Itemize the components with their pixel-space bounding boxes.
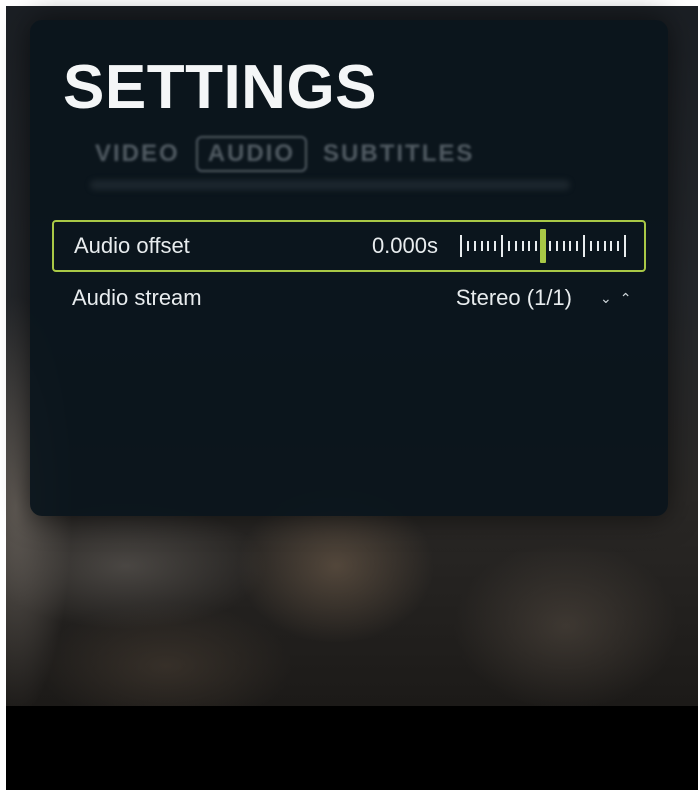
audio-stream-row[interactable]: Audio stream Stereo (1/1) ⌄ ⌃ [52, 272, 646, 324]
slider-tick [514, 241, 517, 251]
slider-tick [548, 241, 551, 251]
audio-offset-value: 0.000s [371, 233, 438, 258]
audio-stream-label: Audio stream [72, 285, 202, 310]
settings-panel: SETTINGS VIDEO AUDIO SUBTITLES Audio off… [30, 20, 668, 516]
audio-stream-value: Stereo (1/1) [455, 285, 572, 310]
slider-tick [617, 241, 620, 251]
slider-tick [596, 241, 599, 251]
audio-offset-row[interactable]: Audio offset 0.000s [52, 220, 646, 272]
tabs-underline [90, 180, 570, 190]
video-player-frame: SETTINGS VIDEO AUDIO SUBTITLES Audio off… [0, 0, 698, 790]
frame-edge [0, 0, 698, 6]
slider-tick [610, 241, 613, 251]
slider-tick [473, 241, 476, 251]
settings-title: SETTINGS [63, 53, 378, 122]
letterbox-bar [6, 706, 698, 790]
slider-tick [555, 241, 558, 251]
tab-video[interactable]: VIDEO [85, 138, 190, 170]
slider-tick [535, 241, 538, 251]
frame-edge [0, 0, 6, 790]
slider-tick [480, 241, 483, 251]
settings-tabs: VIDEO AUDIO SUBTITLES [85, 136, 555, 172]
tab-subtitles[interactable]: SUBTITLES [313, 138, 484, 170]
slider-tick [603, 241, 606, 251]
slider-tick [507, 241, 510, 251]
slider-tick [521, 241, 524, 251]
audio-offset-slider[interactable] [460, 229, 626, 263]
slider-tick [460, 235, 462, 257]
audio-stream-arrows: ⌄ ⌃ [600, 290, 631, 307]
slider-tick [569, 241, 572, 251]
slider-tick [576, 241, 579, 251]
slider-thumb[interactable] [540, 229, 546, 263]
slider-tick [589, 241, 592, 251]
chevron-down-icon[interactable]: ⌄ [600, 290, 612, 307]
audio-offset-label: Audio offset [74, 233, 190, 258]
slider-tick [487, 241, 490, 251]
tab-audio[interactable]: AUDIO [195, 136, 308, 172]
chevron-up-icon[interactable]: ⌃ [620, 290, 632, 307]
slider-tick [624, 235, 626, 257]
slider-tick [583, 235, 585, 257]
slider-tick [528, 241, 531, 251]
slider-tick [494, 241, 497, 251]
slider-tick [466, 241, 469, 251]
slider-tick [562, 241, 565, 251]
slider-tick [501, 235, 503, 257]
